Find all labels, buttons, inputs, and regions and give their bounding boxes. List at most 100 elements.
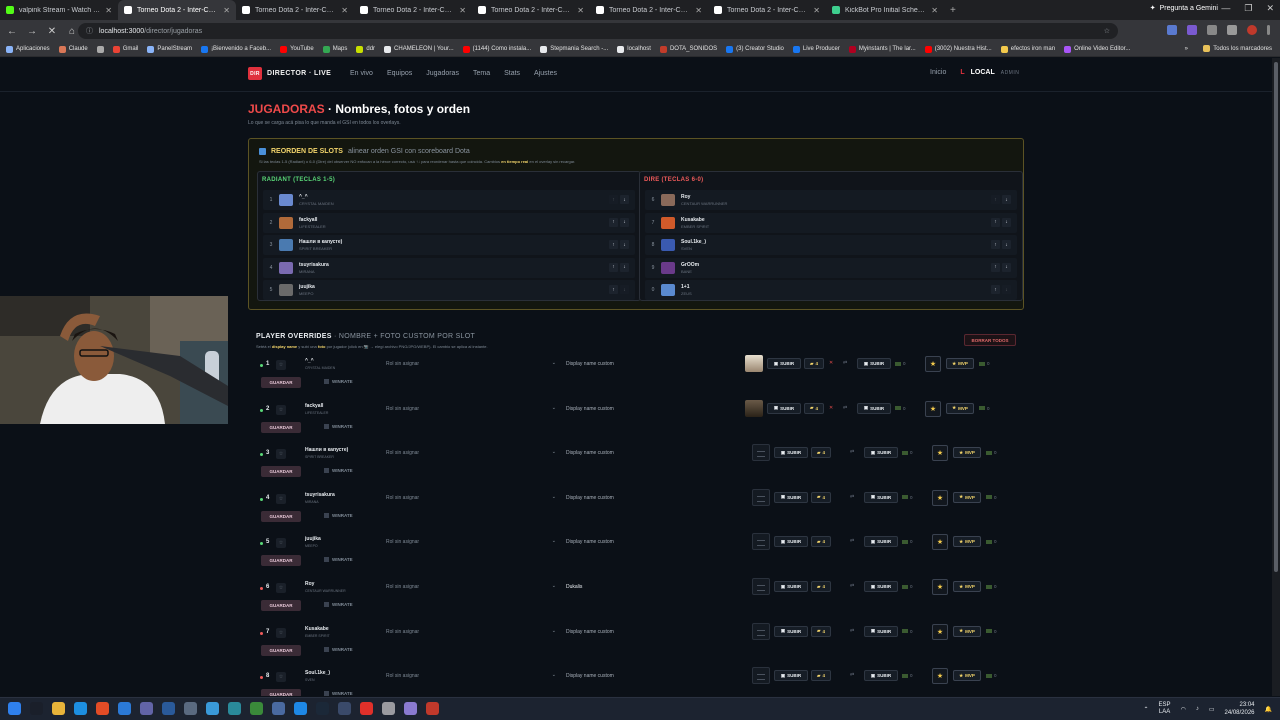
move-up-icon[interactable]: ↑ <box>991 217 1000 227</box>
upload-photo-button[interactable]: ▣ SUBIR <box>774 536 808 548</box>
save-button[interactable]: GUARDAR <box>261 644 301 656</box>
nav-local[interactable]: LOCAL <box>971 69 995 76</box>
save-button[interactable]: GUARDAR <box>261 555 301 567</box>
app-icon[interactable] <box>162 702 175 715</box>
teams-icon[interactable] <box>140 702 153 715</box>
bookmark-item[interactable]: efectos iron man <box>1000 45 1055 53</box>
save-button[interactable]: GUARDAR <box>261 466 301 478</box>
winrate-toggle[interactable]: WINRATE <box>324 468 353 474</box>
app-icon[interactable] <box>294 702 307 715</box>
steam-icon[interactable] <box>316 702 329 715</box>
clock[interactable]: 23:04 24/08/2026 <box>1224 701 1254 717</box>
folder-count-button[interactable]: ▰ 4 <box>804 402 824 414</box>
bookmark-item[interactable]: Aplicaciones <box>6 45 50 53</box>
browser-tab[interactable]: Torneo Dota 2 - Inter-Comunid ✕ <box>118 0 236 20</box>
mvp-button[interactable]: ★ MVP <box>953 536 981 548</box>
vscode-icon[interactable] <box>118 702 131 715</box>
winrate-toggle[interactable]: WINRATE <box>324 423 353 429</box>
mvp-button[interactable]: ★ MVP <box>953 581 981 592</box>
link-icon[interactable]: ⇄ <box>843 360 847 366</box>
bookmark-item[interactable]: Live Producer <box>792 45 840 53</box>
display-name-input[interactable]: Dukalis <box>566 582 736 592</box>
bookmark-item[interactable]: CHAMELEON | Your... <box>384 45 454 53</box>
winrate-toggle[interactable]: WINRATE <box>324 646 353 652</box>
link-icon[interactable]: ⇄ <box>850 449 854 455</box>
link-icon[interactable]: ⇄ <box>850 538 854 544</box>
move-up-icon[interactable]: ↑ <box>609 262 618 272</box>
scrollbar-thumb[interactable] <box>1274 62 1278 572</box>
bookmark-item[interactable]: (3) Creator Studio <box>726 45 784 53</box>
profile-avatar[interactable] <box>1247 25 1257 35</box>
mvp-button[interactable]: ★ MVP <box>946 402 974 414</box>
move-up-icon[interactable]: ↑ <box>991 262 1000 272</box>
app-icon[interactable] <box>382 702 395 715</box>
role-select[interactable]: Rol sin asignar ⌄ <box>386 582 556 592</box>
battery-icon[interactable]: ▭ <box>1209 706 1215 713</box>
move-down-icon[interactable]: ↓ <box>1002 262 1011 272</box>
role-select[interactable]: Rol sin asignar ⌄ <box>386 537 556 547</box>
save-button[interactable]: GUARDAR <box>261 600 301 611</box>
app-icon[interactable] <box>338 702 351 715</box>
site-info-icon[interactable]: ⓘ <box>86 26 93 36</box>
tab-close-icon[interactable]: ✕ <box>695 6 702 15</box>
link-icon[interactable]: ⇄ <box>843 405 847 411</box>
move-up-icon[interactable]: ↑ <box>991 285 1000 294</box>
role-select[interactable]: Rol sin asignar ⌄ <box>386 671 556 681</box>
nav-item[interactable]: Stats <box>504 70 520 77</box>
settings-icon[interactable] <box>184 702 197 715</box>
file-explorer-icon[interactable] <box>52 702 65 715</box>
home-icon[interactable]: ⌂ <box>66 26 78 37</box>
download-icon[interactable] <box>1227 25 1237 35</box>
folder-count-button[interactable]: ▰ 4 <box>811 491 831 503</box>
role-select[interactable]: Rol sin asignar ⌄ <box>386 404 556 414</box>
save-button[interactable]: GUARDAR <box>261 510 301 522</box>
chevron-up-icon[interactable]: ⌃ <box>1144 706 1149 713</box>
search-icon[interactable] <box>30 702 43 715</box>
upload-banner-button[interactable]: ▣ SUBIR <box>864 581 898 592</box>
favorite-toggle-icon[interactable]: ☆ <box>276 583 286 593</box>
upload-banner-button[interactable]: ▣ SUBIR <box>864 447 898 459</box>
favorite-toggle-icon[interactable]: ☆ <box>276 627 286 638</box>
bookmark-item[interactable]: ¡Bienvenido a Faceb... <box>201 45 271 53</box>
browser-tab[interactable]: Torneo Dota 2 - Inter-Comunid ✕ <box>472 0 590 20</box>
obs-icon[interactable] <box>404 702 417 715</box>
mvp-star-icon[interactable]: ★ <box>925 356 941 372</box>
nav-item[interactable]: Ajustes <box>534 70 557 77</box>
bookmark-item[interactable]: DOTA_SONIDOS <box>659 45 717 53</box>
folder-count-button[interactable]: ▰ 4 <box>811 447 831 459</box>
maximize-icon[interactable]: ❐ <box>1244 3 1252 14</box>
mvp-button[interactable]: ★ MVP <box>953 625 981 637</box>
bookmark-item[interactable]: Gmail <box>112 45 138 53</box>
page-scrollbar[interactable] <box>1272 58 1280 696</box>
bookmark-item[interactable]: ddr <box>356 45 375 53</box>
app-icon[interactable] <box>272 702 285 715</box>
bookmark-item[interactable]: localhost <box>617 45 651 53</box>
role-select[interactable]: Rol sin asignar ⌄ <box>386 493 556 503</box>
bookmark-item[interactable]: YouTube <box>280 45 314 53</box>
link-icon[interactable]: ⇄ <box>850 628 854 634</box>
extension-icon[interactable] <box>1167 25 1177 35</box>
move-up-icon[interactable]: ↑ <box>609 195 618 204</box>
tab-close-icon[interactable]: ✕ <box>105 6 112 15</box>
folder-count-button[interactable]: ▰ 4 <box>811 625 831 637</box>
role-select[interactable]: Rol sin asignar ⌄ <box>386 627 556 637</box>
winrate-toggle[interactable]: WINRATE <box>324 691 353 696</box>
volume-icon[interactable]: ♪ <box>1196 706 1199 712</box>
upload-banner-button[interactable]: ▣ SUBIR <box>864 536 898 548</box>
favorite-toggle-icon[interactable]: ☆ <box>276 672 286 683</box>
role-select[interactable]: Rol sin asignar ⌄ <box>386 448 556 458</box>
bookmark-item[interactable]: Maps <box>322 45 347 53</box>
upload-photo-button[interactable]: ▣ SUBIR <box>774 670 808 682</box>
nav-item[interactable]: Tema <box>473 70 490 77</box>
winrate-toggle[interactable]: WINRATE <box>324 557 353 563</box>
winrate-toggle[interactable]: WINRATE <box>324 379 353 384</box>
display-name-input[interactable]: Display name custom <box>566 537 736 547</box>
browser-tab[interactable]: Torneo Dota 2 - Inter-Comunid ✕ <box>354 0 472 20</box>
upload-photo-button[interactable]: ▣ SUBIR <box>774 625 808 637</box>
bookmark-star-icon[interactable]: ☆ <box>1104 27 1110 35</box>
wifi-icon[interactable]: ◠ <box>1181 706 1186 713</box>
browser-tab[interactable]: Torneo Dota 2 - Inter-Comunid ✕ <box>708 0 826 20</box>
edge-icon[interactable] <box>74 702 87 715</box>
display-name-input[interactable]: Display name custom <box>566 404 736 414</box>
folder-count-button[interactable]: ▰ 4 <box>811 670 831 682</box>
